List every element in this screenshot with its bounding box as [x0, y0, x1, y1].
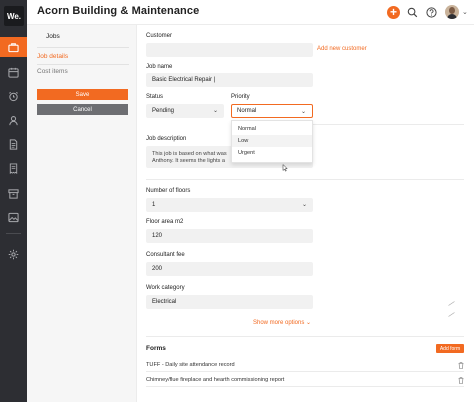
- row-divider: [146, 386, 464, 387]
- work-category-field[interactable]: Electrical: [146, 295, 313, 309]
- rail-item-jobs[interactable]: [0, 37, 27, 57]
- rail-item-reports[interactable]: [0, 207, 27, 227]
- secondary-nav: Jobs Job details Cost items Save Cancel: [27, 25, 137, 402]
- forms-section-title: Forms: [146, 345, 166, 352]
- chevron-down-icon: ⌄: [301, 202, 307, 208]
- search-icon[interactable]: [406, 6, 419, 19]
- help-icon[interactable]: [425, 6, 438, 19]
- user-icon: [9, 115, 18, 125]
- settings-gear-icon: [8, 249, 19, 259]
- add-new-customer-link[interactable]: Add new customer: [317, 46, 367, 52]
- job-name-field[interactable]: Basic Electrical Repair |: [146, 73, 313, 87]
- status-label: Status: [146, 94, 164, 100]
- row-divider: [146, 371, 464, 372]
- subnav-item-job-details[interactable]: Job details: [37, 53, 68, 60]
- pointer-cursor-icon: [282, 164, 288, 172]
- show-more-options-link[interactable]: Show more options ⌄: [253, 319, 311, 326]
- priority-option-normal[interactable]: Normal: [232, 123, 312, 135]
- trash-icon[interactable]: [458, 362, 464, 369]
- app-logo[interactable]: We.: [4, 6, 24, 26]
- job-form: Customer Add new customer Job name Basic…: [137, 25, 474, 402]
- subnav-heading: Jobs: [46, 33, 60, 40]
- priority-option-urgent[interactable]: Urgent: [232, 147, 312, 159]
- work-category-label: Work category: [146, 285, 185, 291]
- left-rail: We.: [0, 0, 27, 402]
- section-divider: [313, 124, 464, 125]
- image-icon: [8, 212, 19, 222]
- top-header: Acorn Building & Maintenance + ⌄: [27, 0, 474, 25]
- cancel-button[interactable]: Cancel: [37, 104, 128, 115]
- page-title: Acorn Building & Maintenance: [37, 5, 200, 17]
- briefcase-icon: [8, 42, 19, 52]
- customer-label: Customer: [146, 33, 173, 39]
- archive-box-icon: [8, 188, 19, 199]
- floors-select[interactable]: 1 ⌄: [146, 198, 313, 212]
- form-list-item[interactable]: TUFF - Daily site attendance record: [146, 362, 235, 368]
- priority-select[interactable]: Normal ⌄: [231, 104, 313, 118]
- receipt-icon: [9, 162, 18, 174]
- drag-handle-icon[interactable]: [448, 301, 455, 306]
- rail-item-customers[interactable]: [0, 110, 27, 130]
- floor-area-field[interactable]: 120: [146, 229, 313, 243]
- document-icon: [9, 138, 18, 150]
- drag-handle-icon[interactable]: [448, 312, 455, 317]
- rail-item-archive[interactable]: [0, 183, 27, 203]
- calendar-icon: [8, 67, 19, 78]
- add-form-button[interactable]: Add form: [436, 344, 464, 353]
- trash-icon[interactable]: [458, 377, 464, 384]
- floors-label: Number of floors: [146, 188, 191, 194]
- save-button[interactable]: Save: [37, 89, 128, 100]
- consultant-fee-field[interactable]: 200: [146, 262, 313, 276]
- priority-option-low[interactable]: Low: [232, 135, 312, 147]
- plus-icon[interactable]: +: [387, 6, 400, 19]
- subnav-item-cost-items[interactable]: Cost items: [37, 68, 68, 75]
- chevron-down-icon: ⌄: [212, 108, 218, 114]
- rail-item-schedule[interactable]: [0, 86, 27, 106]
- form-list-item[interactable]: Chimney/flue fireplace and hearth commis…: [146, 377, 284, 383]
- consultant-fee-label: Consultant fee: [146, 252, 185, 258]
- rail-item-invoices[interactable]: [0, 158, 27, 178]
- chevron-down-icon[interactable]: ⌄: [462, 8, 468, 16]
- job-name-label: Job name: [146, 64, 173, 70]
- rail-item-settings[interactable]: [0, 244, 27, 264]
- section-divider: [146, 336, 464, 337]
- priority-dropdown: Normal Low Urgent: [231, 120, 313, 163]
- section-divider: [146, 179, 464, 180]
- subnav-divider: [37, 64, 129, 65]
- chevron-down-icon: ⌄: [300, 109, 306, 115]
- avatar[interactable]: [445, 5, 459, 19]
- subnav-divider: [37, 47, 129, 48]
- job-description-label: Job description: [146, 136, 187, 142]
- alarm-clock-icon: [9, 91, 18, 101]
- rail-divider: [6, 233, 21, 234]
- rail-item-calendar[interactable]: [0, 62, 27, 82]
- priority-label: Priority: [231, 94, 250, 100]
- status-select[interactable]: Pending ⌄: [146, 104, 224, 118]
- rail-item-quotes[interactable]: [0, 134, 27, 154]
- customer-field[interactable]: [146, 43, 313, 57]
- floor-area-label: Floor area m2: [146, 219, 184, 225]
